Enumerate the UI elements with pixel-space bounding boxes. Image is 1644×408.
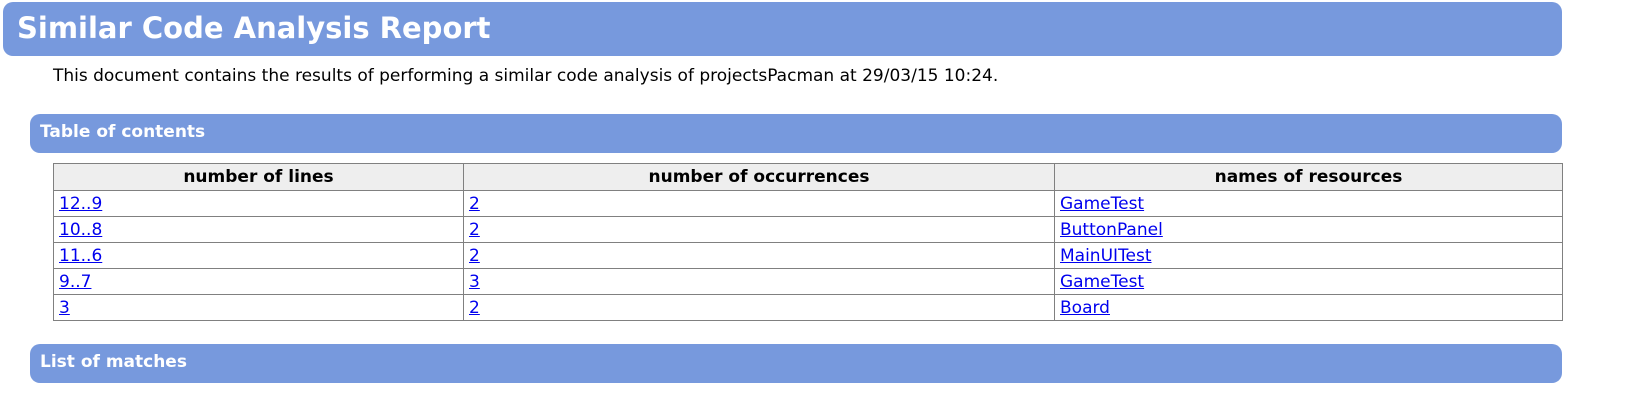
page-title: Similar Code Analysis Report <box>17 11 491 45</box>
matches-heading: List of matches <box>40 352 187 372</box>
table-header-row: number of lines number of occurrences na… <box>53 163 1563 191</box>
resource-link[interactable]: Board <box>1060 298 1110 318</box>
table-row: 11..6 2 MainUITest <box>53 242 1563 269</box>
occurrences-link[interactable]: 2 <box>469 194 480 214</box>
occurrences-link[interactable]: 2 <box>469 246 480 266</box>
occurrences-link[interactable]: 2 <box>469 298 480 318</box>
resource-link[interactable]: GameTest <box>1060 272 1144 292</box>
resource-link[interactable]: ButtonPanel <box>1060 220 1163 240</box>
toc-table: number of lines number of occurrences na… <box>53 163 1563 321</box>
table-row: 3 2 Board <box>53 294 1563 321</box>
lines-link[interactable]: 10..8 <box>59 220 102 240</box>
column-header-occurrences: number of occurrences <box>463 163 1055 191</box>
table-row: 9..7 3 GameTest <box>53 268 1563 295</box>
resource-link[interactable]: MainUITest <box>1060 246 1152 266</box>
toc-heading: Table of contents <box>40 122 206 142</box>
table-row: 10..8 2 ButtonPanel <box>53 216 1563 243</box>
column-header-lines: number of lines <box>53 163 464 191</box>
column-header-resources: names of resources <box>1054 163 1563 191</box>
lines-link[interactable]: 3 <box>59 298 70 318</box>
report-header: Similar Code Analysis Report <box>3 2 1562 56</box>
table-row: 12..9 2 GameTest <box>53 190 1563 217</box>
occurrences-link[interactable]: 3 <box>469 272 480 292</box>
lines-link[interactable]: 11..6 <box>59 246 102 266</box>
lines-link[interactable]: 12..9 <box>59 194 102 214</box>
toc-section-header: Table of contents <box>30 114 1562 153</box>
lines-link[interactable]: 9..7 <box>59 272 91 292</box>
occurrences-link[interactable]: 2 <box>469 220 480 240</box>
intro-text: This document contains the results of pe… <box>53 66 999 86</box>
resource-link[interactable]: GameTest <box>1060 194 1144 214</box>
matches-section-header: List of matches <box>30 344 1562 383</box>
